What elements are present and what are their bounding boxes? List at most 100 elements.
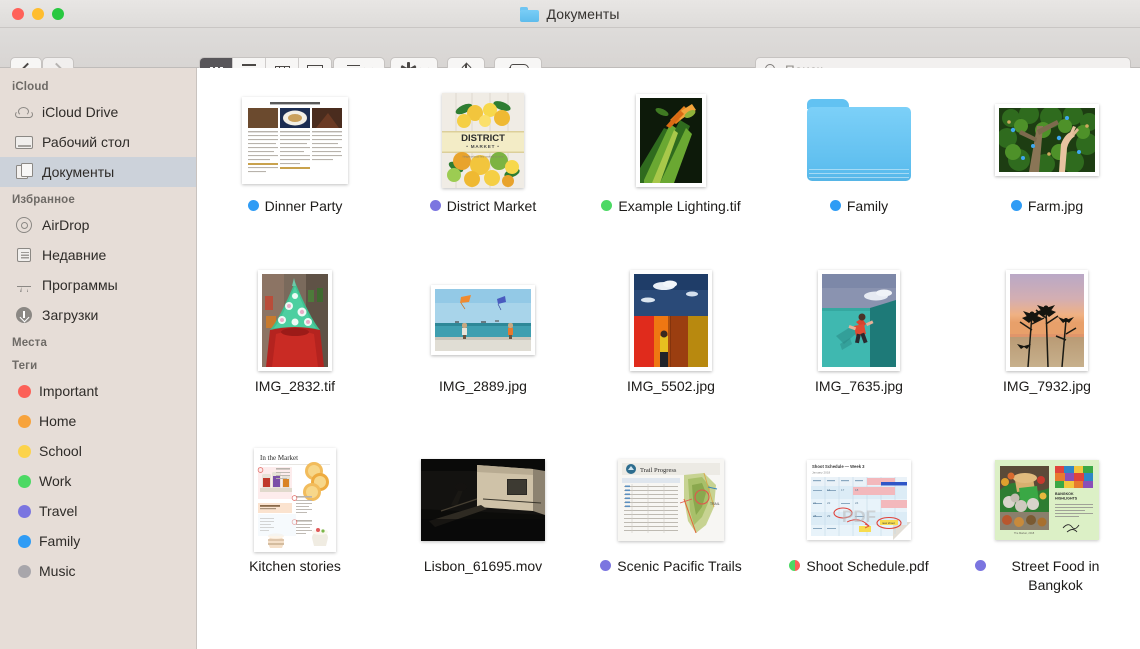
file-label: IMG_2889.jpg — [408, 377, 558, 396]
file-item[interactable]: Example Lighting.tif — [577, 86, 765, 266]
file-label: District Market — [408, 197, 558, 216]
file-name: Street Food in Bangkok — [992, 557, 1120, 595]
svg-text:HIGHLIGHTS: HIGHLIGHTS — [1055, 497, 1078, 501]
sidebar-item-tag-work[interactable]: Work — [0, 466, 196, 496]
documents-icon — [14, 163, 34, 181]
file-thumbnail: Trail Progress — [601, 452, 741, 548]
sidebar-item-tag-important[interactable]: Important — [0, 376, 196, 406]
sidebar-item-applications[interactable]: Программы — [0, 270, 196, 300]
sidebar-item-tag-travel[interactable]: Travel — [0, 496, 196, 526]
file-label: IMG_7635.jpg — [784, 377, 934, 396]
file-thumbnail — [601, 272, 741, 368]
leaf-photo-preview — [640, 98, 702, 183]
svg-text:The Market, 2018: The Market, 2018 — [1014, 531, 1035, 535]
recipe-document-preview — [242, 97, 348, 184]
applications-icon — [14, 276, 34, 294]
file-item[interactable]: DISTRICT • MARKET • — [389, 86, 577, 266]
file-item[interactable]: IMG_7932.jpg — [953, 266, 1140, 446]
sidebar-item-label: Work — [39, 473, 71, 489]
sunset-photo-preview — [1010, 274, 1084, 367]
file-item[interactable]: Dinner Party — [201, 86, 389, 266]
svg-text:TRAIL: TRAIL — [710, 502, 720, 506]
bangkok-document-preview: The Market, 2018 BANGKOK — [995, 460, 1099, 540]
file-label: Street Food in Bangkok — [972, 557, 1122, 595]
tag-dot-icon — [1011, 200, 1022, 211]
sidebar-item-label: Рабочий стол — [42, 134, 130, 150]
file-label: IMG_5502.jpg — [596, 377, 746, 396]
svg-text:29: 29 — [827, 514, 831, 518]
svg-text:Shoot Schedule — Week 3: Shoot Schedule — Week 3 — [812, 464, 865, 469]
sidebar-item-label: AirDrop — [42, 217, 89, 233]
tag-dot-icon — [18, 445, 31, 458]
file-label: IMG_2832.tif — [220, 377, 370, 396]
sidebar-item-airdrop[interactable]: AirDrop — [0, 210, 196, 240]
file-label: Family — [784, 197, 934, 216]
file-name: IMG_2832.tif — [255, 377, 335, 396]
sidebar-item-downloads[interactable]: Загрузки — [0, 300, 196, 330]
icon-grid: Dinner Party — [201, 68, 1140, 626]
recents-icon — [14, 246, 34, 264]
file-item[interactable]: IMG_2832.tif — [201, 266, 389, 446]
svg-text:28: 28 — [813, 514, 817, 518]
file-label: Scenic Pacific Trails — [596, 557, 746, 576]
tag-dot-icon — [430, 200, 441, 211]
file-thumbnail — [413, 272, 553, 368]
file-browser-content[interactable]: Dinner Party — [197, 68, 1140, 649]
sidebar-item-icloud-drive[interactable]: iCloud Drive — [0, 97, 196, 127]
pdf-document-preview: Shoot Schedule — Week 3 January 2018 — [807, 460, 911, 540]
colorwall-photo-preview — [634, 274, 708, 367]
svg-text:DISTRICT: DISTRICT — [461, 133, 505, 144]
file-thumbnail: DISTRICT • MARKET • — [413, 92, 553, 188]
file-item[interactable]: IMG_5502.jpg — [577, 266, 765, 446]
file-item[interactable]: IMG_2889.jpg — [389, 266, 577, 446]
file-name: Farm.jpg — [1028, 197, 1083, 216]
file-item[interactable]: Lisbon_61695.mov — [389, 446, 577, 626]
svg-text:17: 17 — [841, 488, 845, 492]
file-item[interactable]: In the Market — [201, 446, 389, 626]
file-thumbnail — [225, 92, 365, 188]
sidebar-item-recents[interactable]: Недавние — [0, 240, 196, 270]
file-label: Shoot Schedule.pdf — [784, 557, 934, 576]
file-name: Family — [847, 197, 888, 216]
sidebar-item-documents[interactable]: Документы — [0, 157, 196, 187]
sidebar-item-label: Недавние — [42, 247, 106, 263]
sidebar-heading-icloud: iCloud — [0, 74, 196, 97]
svg-text:Neighborhood field markets & m: Neighborhood field markets & more — [463, 154, 504, 158]
tag-dot-icon — [18, 385, 31, 398]
file-name: IMG_2889.jpg — [439, 377, 527, 396]
tag-dot-icon — [601, 200, 612, 211]
file-name: IMG_7635.jpg — [815, 377, 903, 396]
sidebar-item-tag-family[interactable]: Family — [0, 526, 196, 556]
svg-text:Trail Progress: Trail Progress — [640, 467, 677, 474]
file-item[interactable]: Family — [765, 86, 953, 266]
sidebar-item-label: Программы — [42, 277, 118, 293]
svg-text:In the Market: In the Market — [260, 454, 298, 462]
svg-text:22: 22 — [827, 501, 831, 505]
folder-icon — [520, 7, 539, 22]
sidebar-item-label: Music — [39, 563, 76, 579]
file-item[interactable]: Trail Progress — [577, 446, 765, 626]
sidebar-item-label: Family — [39, 533, 80, 549]
file-thumbnail: The Market, 2018 BANGKOK — [977, 452, 1117, 548]
trail-document-preview: Trail Progress — [618, 459, 724, 541]
sidebar-item-tag-music[interactable]: Music — [0, 556, 196, 586]
file-item[interactable]: The Market, 2018 BANGKOK — [953, 446, 1140, 626]
tag-dot-icon — [18, 475, 31, 488]
sidebar-item-tag-school[interactable]: School — [0, 436, 196, 466]
file-name: IMG_7932.jpg — [1003, 377, 1091, 396]
svg-text:21: 21 — [813, 501, 817, 505]
farm-photo-preview — [999, 108, 1095, 172]
sidebar-item-tag-home[interactable]: Home — [0, 406, 196, 436]
svg-text:• MARKET •: • MARKET • — [466, 144, 499, 149]
file-item[interactable]: Shoot Schedule — Week 3 January 2018 — [765, 446, 953, 626]
window-title: Документы — [0, 0, 1140, 28]
svg-text:BANGKOK: BANGKOK — [1055, 492, 1074, 496]
file-item[interactable]: Farm.jpg — [953, 86, 1140, 266]
file-item[interactable]: IMG_7635.jpg — [765, 266, 953, 446]
tag-dot-icon — [18, 415, 31, 428]
jump-photo-preview — [822, 274, 896, 367]
sidebar-item-desktop[interactable]: Рабочий стол — [0, 127, 196, 157]
svg-text:24: 24 — [855, 501, 859, 505]
airdrop-icon — [14, 216, 34, 234]
file-label: Example Lighting.tif — [596, 197, 746, 216]
